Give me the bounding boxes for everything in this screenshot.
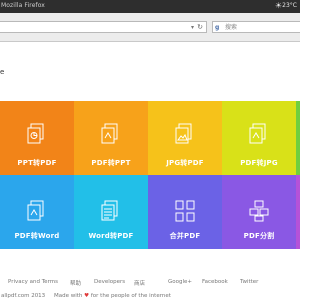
- tile-label: PDF转Word: [14, 232, 60, 240]
- tile-label: Word转PDF: [88, 232, 134, 240]
- tile-label: PDF转PPT: [91, 159, 131, 167]
- tile-label: 合并PDF: [169, 232, 201, 240]
- sun-icon: ☀: [274, 1, 282, 10]
- page-heading-fragment: e: [0, 68, 5, 76]
- tile-split-pdf[interactable]: PDF分割: [222, 175, 296, 249]
- footer-link-twitter[interactable]: Twitter: [240, 279, 258, 285]
- address-bar[interactable]: ▾ ↻: [0, 21, 207, 33]
- footer-link-store[interactable]: 商店: [134, 279, 145, 287]
- split-icon: [249, 200, 269, 222]
- reload-icon[interactable]: ↻: [197, 22, 203, 33]
- tile-label: PPT转PDF: [17, 159, 57, 167]
- made-with-text: Made with ♥ for the people of the intern…: [54, 293, 171, 299]
- tile-pdf-to-word[interactable]: PDF转Word: [0, 175, 74, 249]
- tile-label: PDF分割: [243, 232, 275, 240]
- word-file-icon: [101, 200, 118, 221]
- footer: Privacy and Terms 帮助 Developers 商店 Googl…: [0, 270, 300, 300]
- tile-partial-green[interactable]: [296, 101, 300, 175]
- heart-icon: ♥: [84, 293, 90, 299]
- dropdown-arrow-icon[interactable]: ▾: [191, 22, 194, 33]
- made-prefix: Made with: [54, 293, 83, 299]
- tile-pdf-to-jpg[interactable]: PDF转JPG: [222, 101, 296, 175]
- ppt-file-icon: [27, 123, 44, 144]
- footer-link-googleplus[interactable]: Google+: [168, 279, 192, 285]
- temperature-label: 23°C: [282, 2, 297, 9]
- window-title: Mozilla Firefox: [1, 2, 45, 9]
- footer-link-developers[interactable]: Developers: [94, 279, 125, 285]
- browser-toolbar: ▾ ↻ g 搜索: [0, 13, 300, 42]
- image-file-icon: [175, 123, 192, 144]
- pdf-file-icon: [27, 200, 44, 221]
- search-bar[interactable]: g 搜索: [212, 21, 300, 33]
- tile-word-to-pdf[interactable]: Word转PDF: [74, 175, 148, 249]
- made-suffix: for the people of the internet: [90, 293, 171, 299]
- pdf-file-icon: [249, 123, 266, 144]
- footer-link-privacy[interactable]: Privacy and Terms: [8, 279, 58, 285]
- merge-icon: [175, 200, 195, 222]
- tile-label: JPG转PDF: [166, 159, 204, 167]
- search-placeholder: 搜索: [225, 24, 238, 31]
- window-title-bar: Mozilla Firefox ☀ 23°C: [0, 0, 300, 13]
- tile-pdf-to-ppt[interactable]: PDF转PPT: [74, 101, 148, 175]
- copyright: allpdf.com 2013: [1, 293, 46, 299]
- footer-link-facebook[interactable]: Facebook: [202, 279, 228, 285]
- footer-link-help[interactable]: 帮助: [70, 279, 81, 287]
- pdf-file-icon: [101, 123, 118, 144]
- google-icon[interactable]: g: [215, 22, 219, 33]
- tile-jpg-to-pdf[interactable]: JPG转PDF: [148, 101, 222, 175]
- tile-label: PDF转JPG: [240, 159, 278, 167]
- tile-ppt-to-pdf[interactable]: PPT转PDF: [0, 101, 74, 175]
- tile-merge-pdf[interactable]: 合并PDF: [148, 175, 222, 249]
- tile-partial-purple[interactable]: [296, 175, 300, 249]
